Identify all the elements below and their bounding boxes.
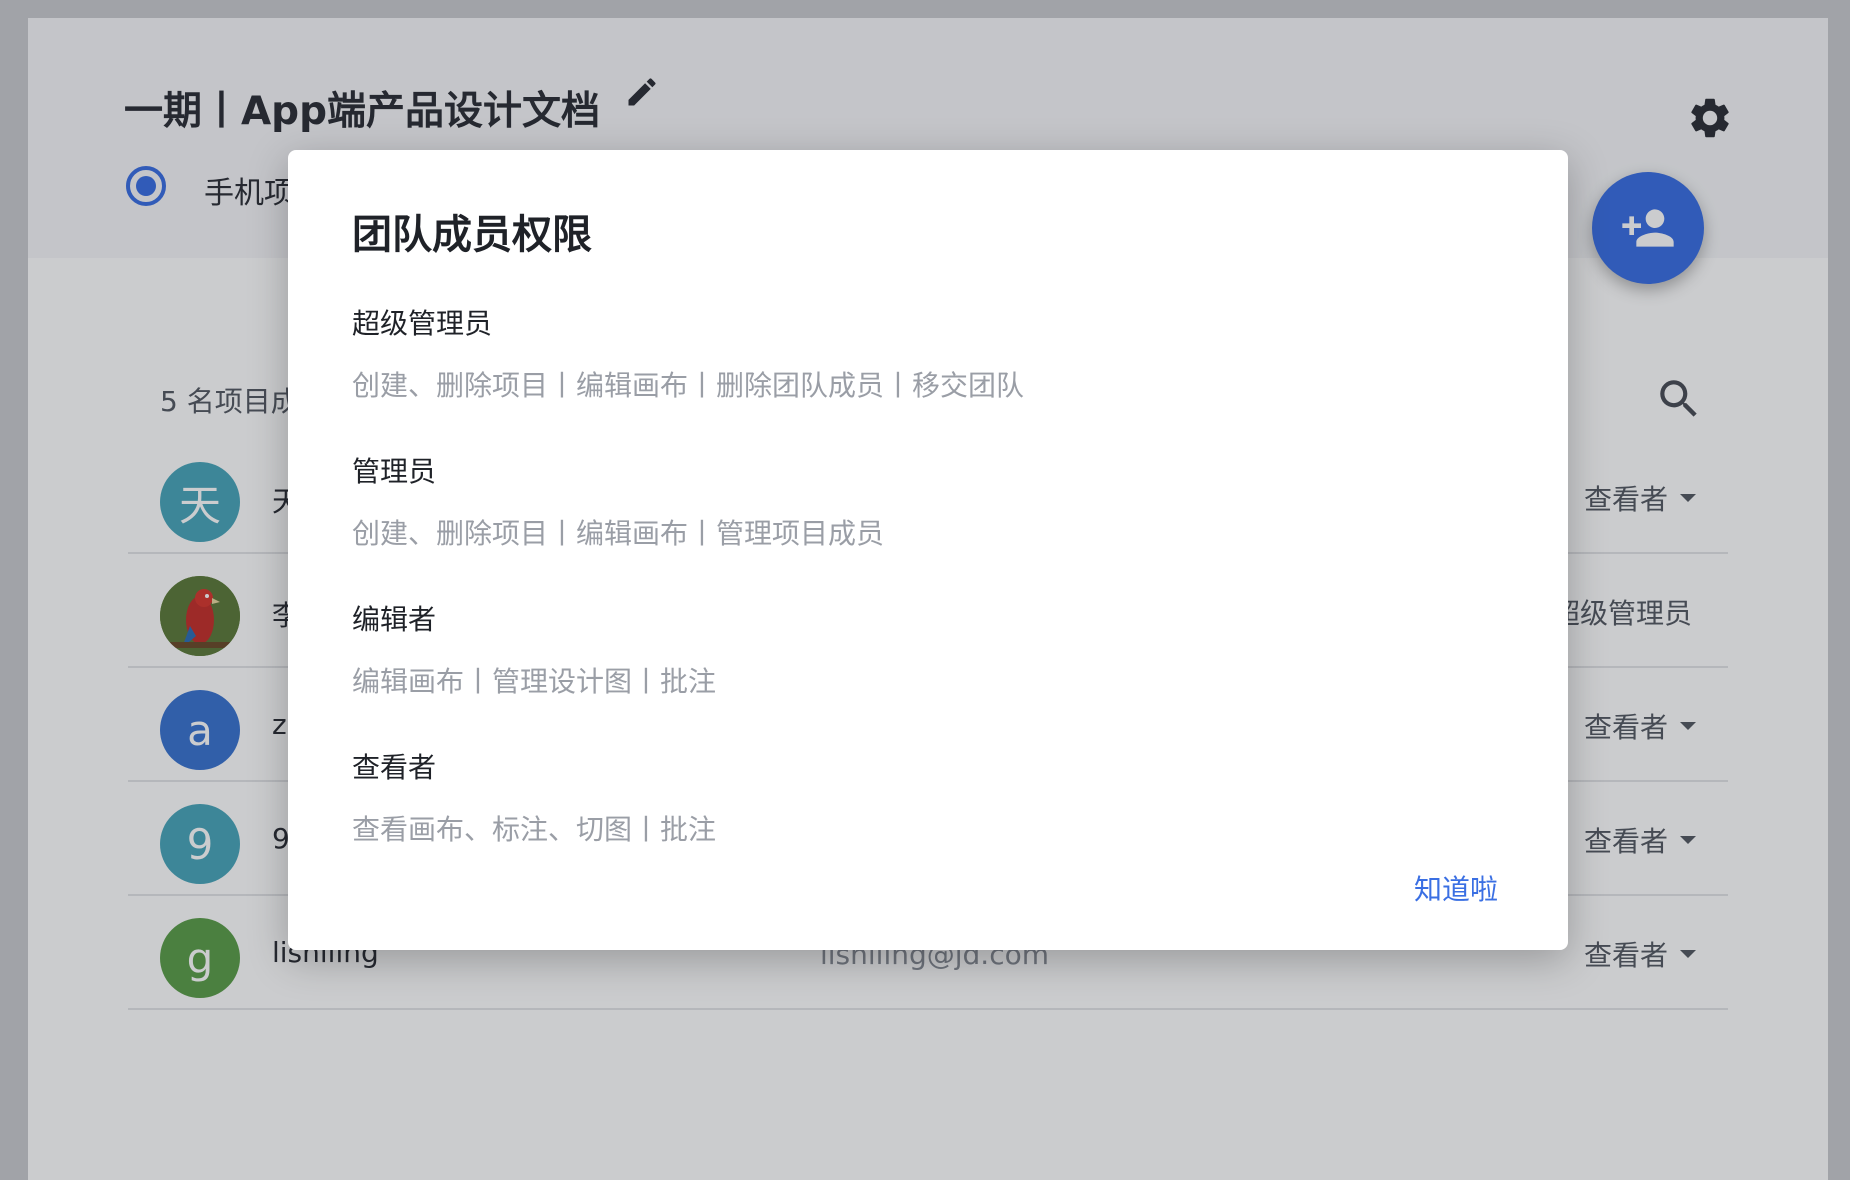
permission-role: 管理员 [352, 455, 437, 488]
permission-role: 编辑者 [352, 603, 437, 636]
permission-role: 超级管理员 [352, 307, 493, 340]
permissions-dialog: 团队成员权限 超级管理员 创建、删除项目丨编辑画布丨删除团队成员丨移交团队 管理… [288, 150, 1568, 950]
permission-role: 查看者 [352, 751, 437, 784]
permission-desc: 编辑画布丨管理设计图丨批注 [352, 665, 717, 698]
permission-desc: 查看画布、标注、切图丨批注 [352, 813, 717, 846]
permission-editor: 编辑者 编辑画布丨管理设计图丨批注 [352, 598, 716, 700]
permission-super-admin: 超级管理员 创建、删除项目丨编辑画布丨删除团队成员丨移交团队 [352, 302, 1024, 404]
ok-button[interactable]: 知道啦 [1414, 868, 1498, 908]
permission-desc: 创建、删除项目丨编辑画布丨删除团队成员丨移交团队 [352, 369, 1025, 402]
permission-desc: 创建、删除项目丨编辑画布丨管理项目成员 [352, 517, 885, 550]
dialog-title: 团队成员权限 [352, 212, 592, 258]
permission-admin: 管理员 创建、删除项目丨编辑画布丨管理项目成员 [352, 450, 884, 552]
permission-viewer: 查看者 查看画布、标注、切图丨批注 [352, 746, 716, 848]
